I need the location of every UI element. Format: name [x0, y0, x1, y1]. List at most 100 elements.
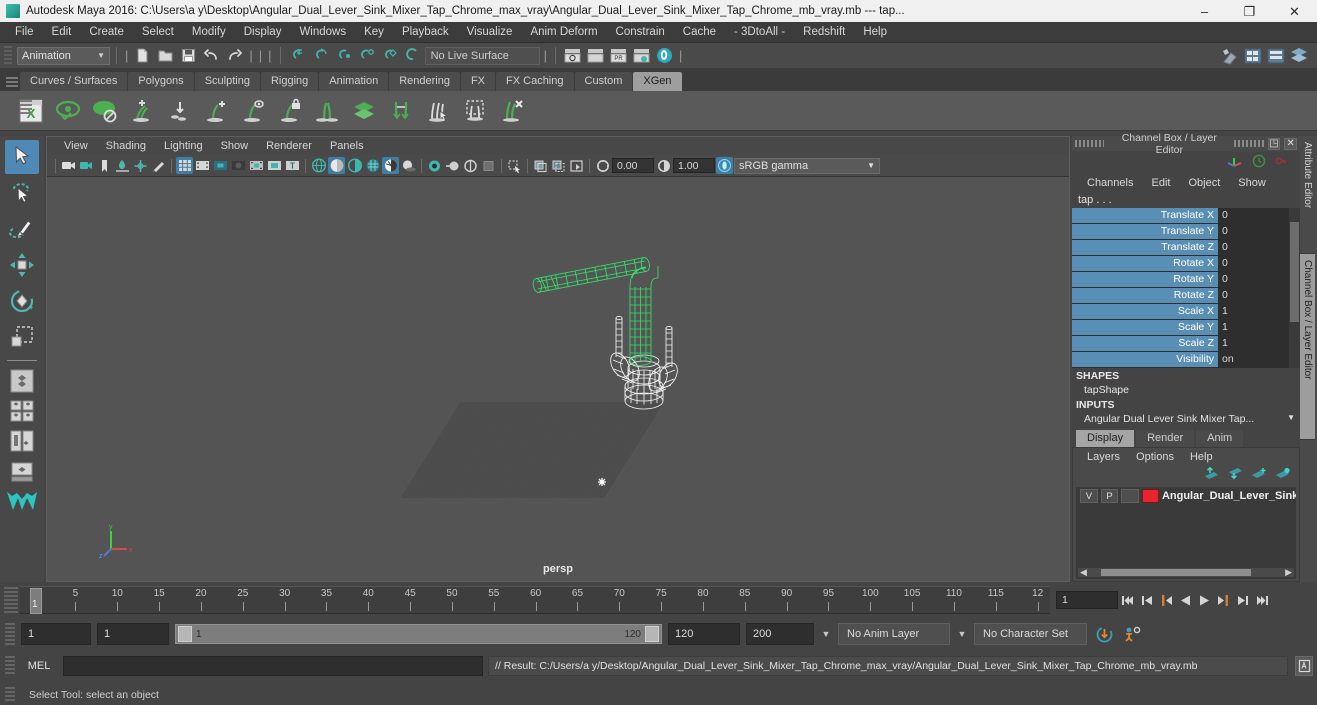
channel-value[interactable]: 1: [1218, 304, 1300, 319]
channel-box-menu-edit[interactable]: Edit: [1142, 177, 1179, 189]
render-sequence-icon[interactable]: PR: [608, 45, 629, 66]
persp-outliner-layout-button[interactable]: [5, 457, 39, 485]
paint-select-tool-button[interactable]: [5, 212, 39, 246]
smooth-shade-icon[interactable]: [328, 157, 345, 174]
auto-keyframe-icon[interactable]: [1093, 623, 1115, 645]
go-to-end-icon[interactable]: [1253, 591, 1270, 609]
range-slider-bar[interactable]: 1 120: [175, 624, 662, 644]
channel-box-input-row[interactable]: Angular Dual Lever Sink Mixer Tap... ▼: [1072, 412, 1300, 426]
wireframe-icon[interactable]: [310, 157, 327, 174]
shadows-icon[interactable]: [400, 157, 417, 174]
render-bracket[interactable]: |: [542, 48, 549, 63]
viewport-3d-canvas[interactable]: y x z persp: [47, 177, 1069, 581]
xgen-lock-guide-icon[interactable]: [275, 96, 305, 126]
playback-start-time-field[interactable]: 1: [97, 623, 169, 645]
grid-icon[interactable]: [176, 157, 193, 174]
menu-windows[interactable]: Windows: [290, 22, 355, 43]
menu-key[interactable]: Key: [355, 22, 393, 43]
close-panel-icon[interactable]: ✕: [1284, 137, 1297, 150]
shelf-tab-polygons[interactable]: Polygons: [128, 72, 194, 91]
xgen-mirror-guide-icon[interactable]: [312, 96, 342, 126]
move-tool-button[interactable]: [5, 248, 39, 282]
new-layer-from-selected-icon[interactable]: [1275, 467, 1291, 483]
layer-name-label[interactable]: Angular_Dual_Lever_Sink: [1162, 490, 1296, 502]
two-pane-layout-button[interactable]: [5, 427, 39, 455]
channel-row-translate-x[interactable]: Translate X 0: [1072, 208, 1300, 223]
channel-value[interactable]: 0: [1218, 208, 1300, 223]
channel-value[interactable]: on: [1218, 352, 1300, 367]
menu-modify[interactable]: Modify: [183, 22, 235, 43]
menu-redshift[interactable]: Redshift: [794, 22, 854, 43]
show-hide-modeling-toolkit-icon[interactable]: [1219, 45, 1240, 66]
menu-display[interactable]: Display: [235, 22, 291, 43]
channel-box-scrollbar[interactable]: [1289, 208, 1300, 368]
go-to-start-icon[interactable]: [1120, 591, 1137, 609]
collapse-bracket[interactable]: |: [123, 48, 130, 63]
redo-icon[interactable]: [224, 45, 245, 66]
range-end-handle[interactable]: [645, 626, 659, 642]
xgen-groom-icon[interactable]: [386, 96, 416, 126]
shelf-tab-sculpting[interactable]: Sculpting: [194, 72, 260, 91]
irr-render-view-icon[interactable]: [585, 45, 606, 66]
panel-grip-left[interactable]: [1075, 140, 1105, 147]
layer-playback-toggle[interactable]: P: [1100, 489, 1119, 503]
command-line-grip[interactable]: [5, 656, 15, 676]
shelf-tab-fx[interactable]: FX: [460, 72, 496, 91]
xgen-import-icon[interactable]: [164, 96, 194, 126]
anim-layer-selector[interactable]: No Anim Layer: [838, 623, 950, 645]
bookmark-icon[interactable]: [96, 157, 113, 174]
channel-value[interactable]: 0: [1218, 240, 1300, 255]
animation-start-time-field[interactable]: 1: [21, 623, 91, 645]
2d-pan-zoom-icon[interactable]: [132, 157, 149, 174]
live-surface-field[interactable]: No Live Surface: [424, 46, 540, 65]
exposure-icon[interactable]: [594, 157, 611, 174]
channel-row-scale-z[interactable]: Scale Z 1: [1072, 336, 1300, 351]
xgen-add-description-icon[interactable]: [127, 96, 157, 126]
open-scene-icon[interactable]: [155, 45, 176, 66]
menu-visualize[interactable]: Visualize: [458, 22, 522, 43]
shelf-tab-xgen[interactable]: XGen: [633, 72, 682, 91]
menu-anim-deform[interactable]: Anim Deform: [521, 22, 606, 43]
range-slider-grip[interactable]: [5, 623, 15, 645]
xray-icon[interactable]: [532, 157, 549, 174]
menu-edit[interactable]: Edit: [43, 22, 81, 43]
chevron-down-icon[interactable]: ▼: [1282, 413, 1300, 425]
channel-box-menu-show[interactable]: Show: [1229, 177, 1275, 189]
scroll-left-arrow-icon[interactable]: ◀: [1078, 567, 1089, 578]
channel-box-menu-channels[interactable]: Channels: [1078, 177, 1142, 189]
camera-attributes-icon[interactable]: [78, 157, 95, 174]
snap-to-curve-icon[interactable]: [310, 45, 331, 66]
motion-blur-icon[interactable]: [444, 157, 461, 174]
snap-to-point-icon[interactable]: [333, 45, 354, 66]
shelf-tab-rendering[interactable]: Rendering: [389, 72, 460, 91]
scrollbar-thumb[interactable]: [1100, 569, 1251, 576]
snap-to-grid-icon[interactable]: [287, 45, 308, 66]
film-origin-icon[interactable]: [248, 157, 265, 174]
snap-to-view-plane-icon[interactable]: [379, 45, 400, 66]
key-icon[interactable]: [1274, 154, 1288, 171]
xgen-disable-preview-icon[interactable]: [90, 96, 120, 126]
image-plane-icon[interactable]: [114, 157, 131, 174]
xgen-add-guide-icon[interactable]: [201, 96, 231, 126]
render-current-frame-icon[interactable]: [562, 45, 583, 66]
grease-pencil-icon[interactable]: [150, 157, 167, 174]
safe-title-icon[interactable]: T: [284, 157, 301, 174]
layer-menu-options[interactable]: Options: [1128, 451, 1182, 463]
time-slider-grip[interactable]: [4, 587, 18, 613]
script-editor-icon[interactable]: [1295, 656, 1313, 676]
view-transform-icon[interactable]: [716, 157, 733, 174]
shelf-tab-rigging[interactable]: Rigging: [260, 72, 319, 91]
xgen-layers-icon[interactable]: [349, 96, 379, 126]
maximize-button[interactable]: ❐: [1227, 0, 1272, 22]
clock-icon[interactable]: [1252, 154, 1266, 171]
ao-icon[interactable]: [426, 157, 443, 174]
minimize-button[interactable]: –: [1182, 0, 1227, 22]
channel-row-rotate-x[interactable]: Rotate X 0: [1072, 256, 1300, 271]
current-frame-field[interactable]: 1: [1056, 591, 1118, 609]
selection-mask-bracket-2[interactable]: |: [257, 48, 264, 63]
layer-shading-toggle[interactable]: [1121, 489, 1140, 503]
panel-grip-right[interactable]: [1234, 140, 1264, 147]
menu-3dtoall[interactable]: - 3DtoAll -: [725, 22, 794, 43]
channel-row-visibility[interactable]: Visibility on: [1072, 352, 1300, 367]
layer-visibility-toggle[interactable]: V: [1080, 489, 1098, 503]
